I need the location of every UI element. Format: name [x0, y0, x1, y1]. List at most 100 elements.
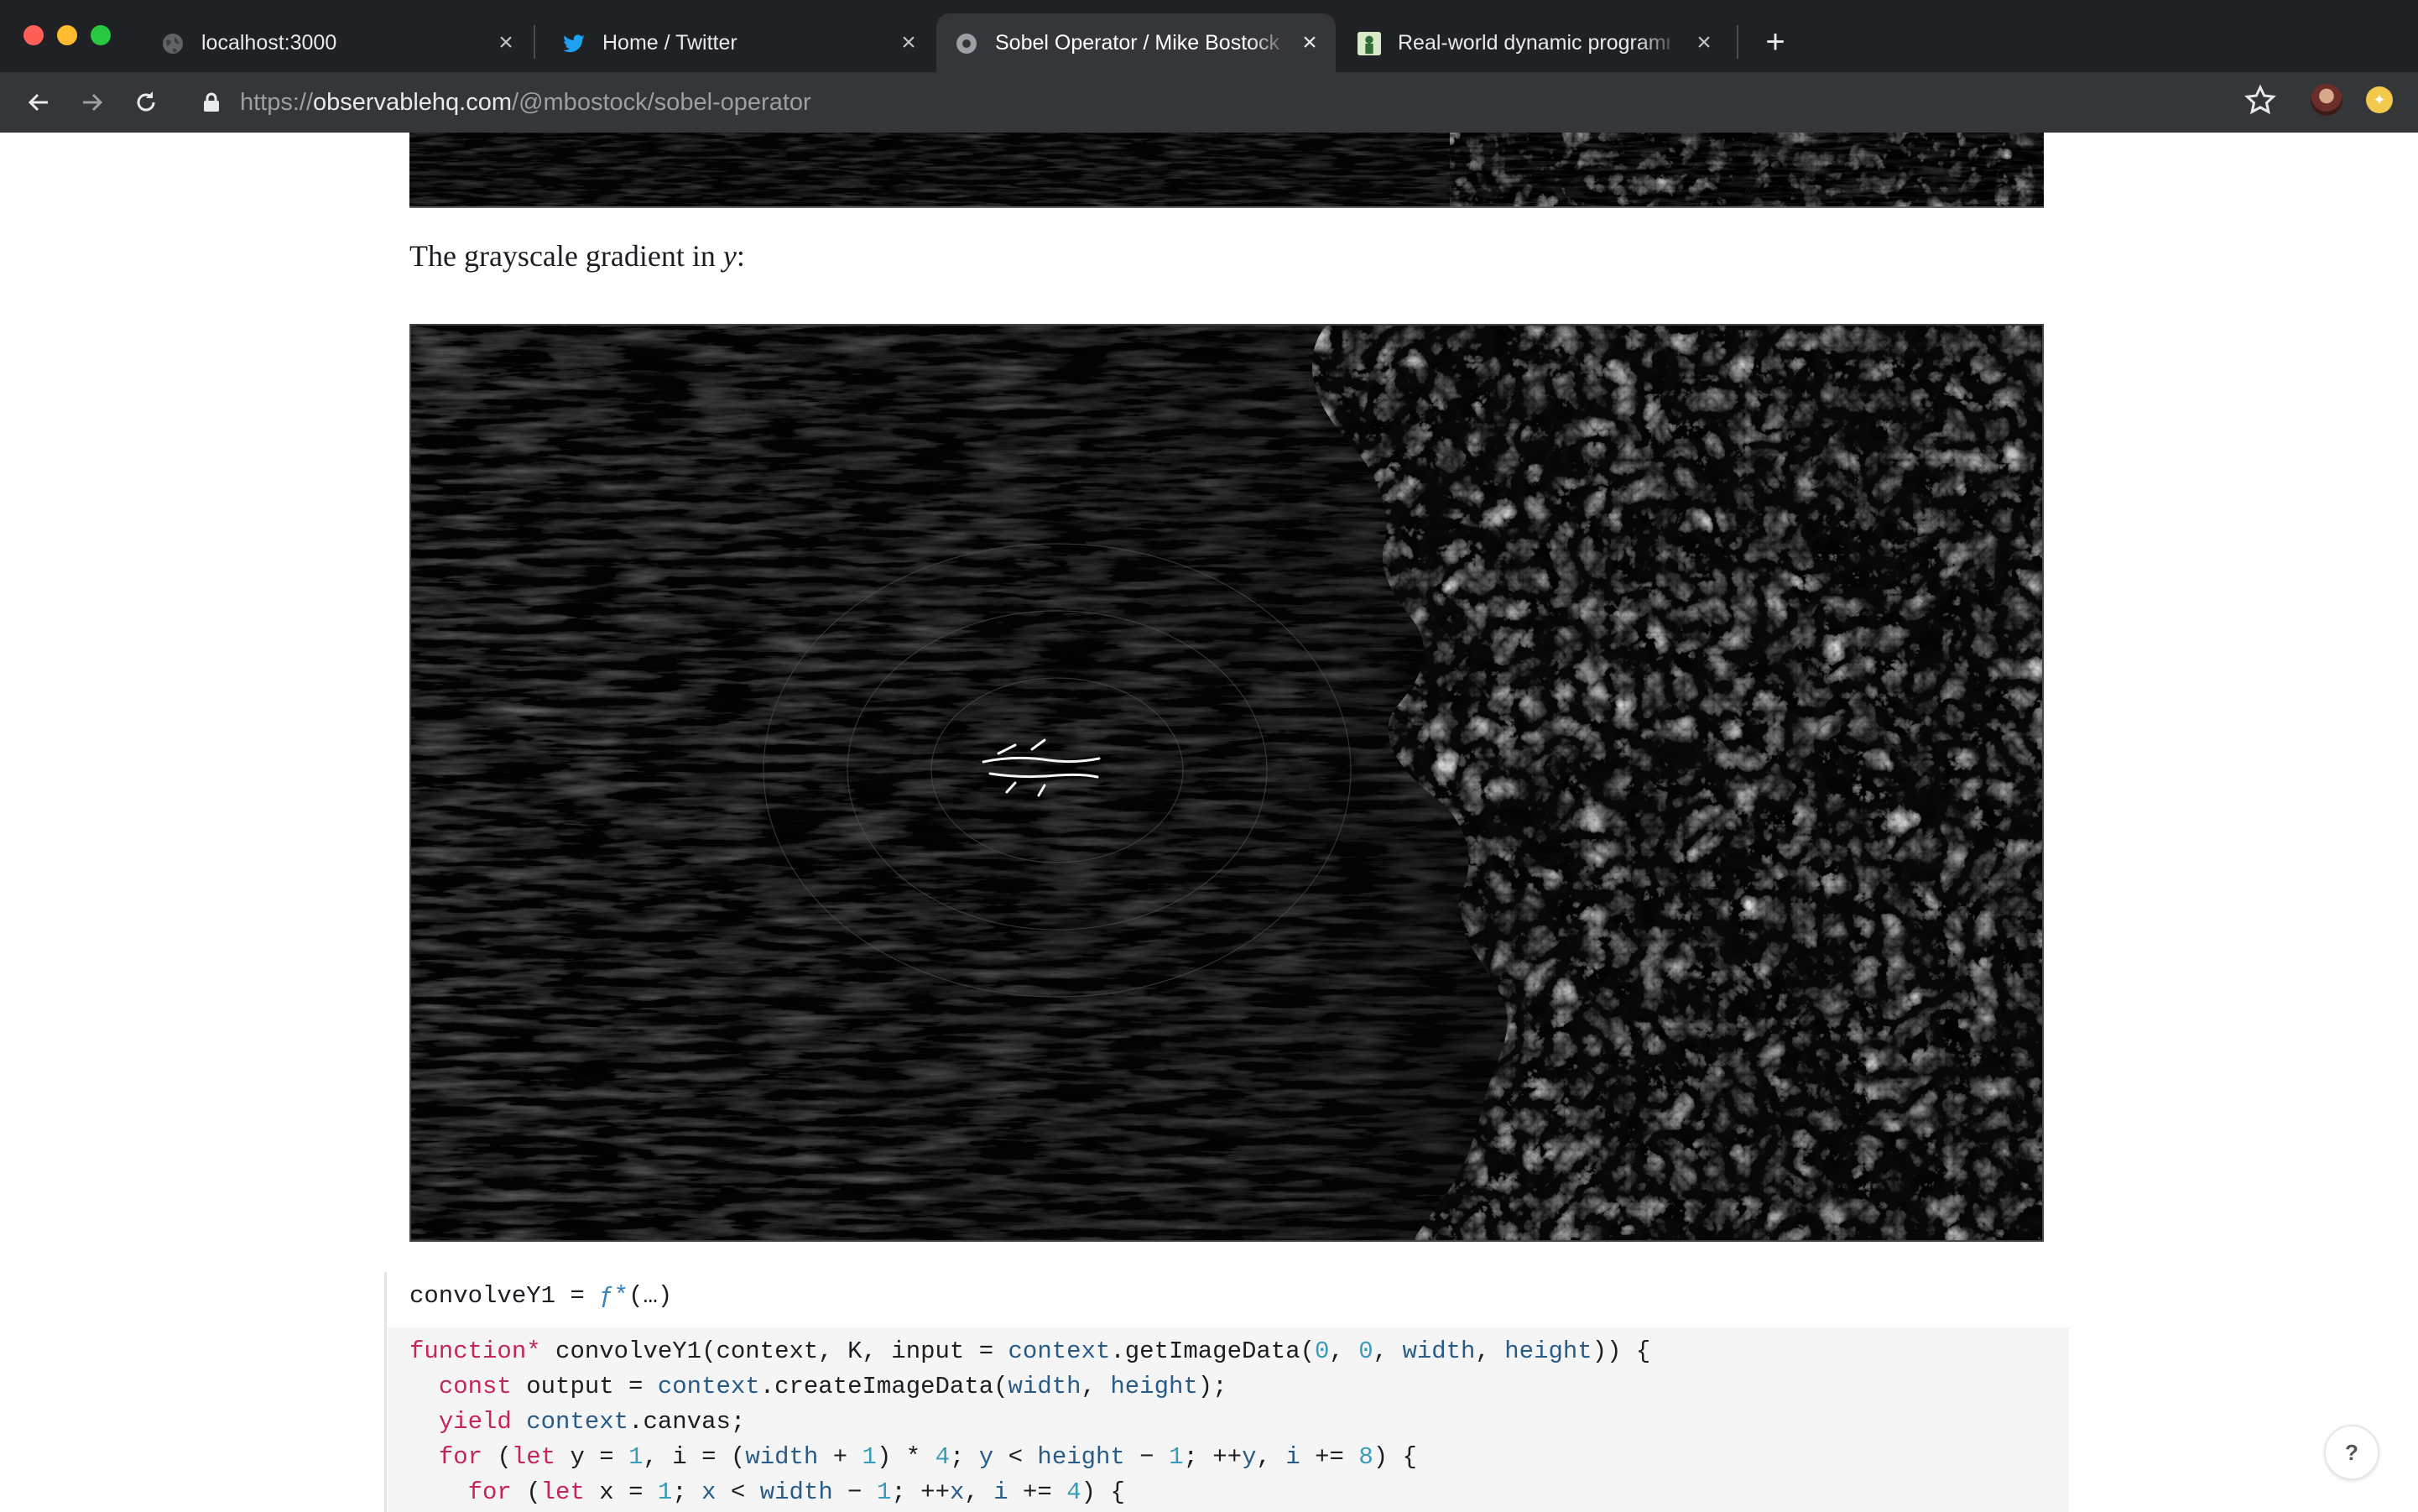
- url-host: observablehq.com: [313, 89, 513, 116]
- back-button[interactable]: [20, 84, 57, 121]
- caption-text: The grayscale gradient in: [409, 239, 723, 273]
- code-token: ,: [1256, 1443, 1286, 1471]
- code-token: .createImageData(: [759, 1373, 1008, 1400]
- code-token: width: [1402, 1337, 1476, 1365]
- code-token: ; ++: [1183, 1443, 1243, 1471]
- help-button[interactable]: ?: [2324, 1425, 2379, 1480]
- extension-icon[interactable]: ✦: [2366, 86, 2393, 113]
- code-token: for: [438, 1443, 483, 1471]
- code-token: +: [818, 1443, 862, 1471]
- close-tab-icon[interactable]: ×: [1297, 30, 1322, 55]
- code-token: yield: [438, 1408, 512, 1436]
- code-line: function* convolveY1(context, K, input =…: [409, 1337, 1650, 1365]
- close-tab-icon[interactable]: ×: [493, 30, 519, 55]
- url-path: /@mbostock/sobel-operator: [512, 89, 811, 116]
- code-token: −: [832, 1478, 877, 1506]
- code-token: y =: [555, 1443, 629, 1471]
- caption-end: :: [736, 239, 745, 273]
- observable-logo-icon: [955, 32, 978, 55]
- twitter-bird-icon: [562, 32, 586, 55]
- code-token: −: [1124, 1443, 1170, 1471]
- gradient-x-image: [409, 133, 2044, 208]
- profile-avatar[interactable]: [2311, 84, 2342, 116]
- url-scheme: https://: [240, 89, 314, 116]
- code-token: .canvas;: [628, 1408, 746, 1436]
- code-token: 1: [862, 1443, 877, 1471]
- page-viewport: The grayscale gradient in y: convolveY1 …: [0, 133, 2418, 1512]
- tab-sobel-operator[interactable]: Sobel Operator / Mike Bostock ×: [936, 13, 1336, 72]
- code-token: 1: [876, 1478, 892, 1506]
- code-line: const output = context.createImageData(w…: [409, 1373, 1227, 1400]
- tab-dynamic-programming[interactable]: Real-world dynamic programming ×: [1339, 13, 1725, 72]
- gradient-y-image: [409, 324, 2044, 1242]
- code-token: <: [716, 1478, 760, 1506]
- arrow-right-icon: [83, 93, 103, 112]
- tab-title: Real-world dynamic programming: [1398, 31, 1670, 55]
- code-token: convolveY1(context, K, input =: [540, 1337, 1008, 1365]
- browser-toolbar: https://observablehq.com/@mbostock/sobel…: [0, 72, 2418, 133]
- cell-output-name[interactable]: convolveY1 = ƒ*(…): [409, 1282, 672, 1310]
- code-token: 8: [1358, 1443, 1373, 1471]
- reload-icon: [137, 91, 155, 112]
- globe-icon: [161, 32, 185, 55]
- forward-button[interactable]: [74, 84, 111, 121]
- code-token: height: [1037, 1443, 1125, 1471]
- close-tab-icon[interactable]: ×: [896, 30, 921, 55]
- cell-gutter[interactable]: [384, 1272, 387, 1512]
- code-token: y: [978, 1443, 994, 1471]
- code-token: width: [1008, 1373, 1081, 1400]
- code-token: ,: [964, 1478, 994, 1506]
- gradient-y-caption: The grayscale gradient in y:: [409, 238, 745, 274]
- cell-variable: convolveY1: [409, 1282, 556, 1310]
- close-tab-icon[interactable]: ×: [1691, 30, 1717, 55]
- maximize-window-button[interactable]: [91, 25, 111, 45]
- gradient-y-canvas: [411, 326, 2042, 1240]
- code-token: 1: [1169, 1443, 1184, 1471]
- code-token: 4: [1066, 1478, 1081, 1506]
- code-token: output =: [511, 1373, 658, 1400]
- lock-icon: [204, 92, 219, 112]
- code-token: <: [993, 1443, 1038, 1471]
- code-token: )) {: [1592, 1337, 1651, 1365]
- code-line: for (let x = 1; x < width − 1; ++x, i +=…: [409, 1478, 1125, 1506]
- code-token: (: [482, 1443, 512, 1471]
- code-token: context: [1008, 1337, 1111, 1365]
- reload-button[interactable]: [128, 84, 164, 121]
- code-token: +=: [1300, 1443, 1359, 1471]
- code-token: 0: [1315, 1337, 1330, 1365]
- code-line: for (let y = 1, i = (width + 1) * 4; y <…: [409, 1443, 1417, 1471]
- new-tab-button[interactable]: +: [1757, 23, 1794, 60]
- bookmark-star-icon[interactable]: [2243, 84, 2277, 117]
- code-token: ,: [1329, 1337, 1359, 1365]
- code-token: const: [438, 1373, 512, 1400]
- tab-title-fade: [1248, 13, 1290, 72]
- tab-title: localhost:3000: [201, 31, 337, 55]
- url-text: https://observablehq.com/@mbostock/sobel…: [240, 79, 811, 126]
- code-token: ;: [949, 1443, 979, 1471]
- tab-localhost[interactable]: localhost:3000 ×: [143, 13, 529, 72]
- code-token: context: [657, 1373, 760, 1400]
- tab-twitter[interactable]: Home / Twitter ×: [544, 13, 930, 72]
- caption-variable: y: [722, 239, 737, 273]
- close-window-button[interactable]: [23, 25, 44, 45]
- code-token: ) *: [876, 1443, 935, 1471]
- code-token: 4: [935, 1443, 950, 1471]
- code-token: width: [745, 1443, 819, 1471]
- code-token: x: [950, 1478, 965, 1506]
- code-token: .getImageData(: [1110, 1337, 1315, 1365]
- code-token: height: [1504, 1337, 1592, 1365]
- code-token: );: [1197, 1373, 1227, 1400]
- code-token: ,: [1373, 1337, 1403, 1365]
- tab-title-fade: [1638, 13, 1680, 72]
- code-token: 1: [657, 1478, 673, 1506]
- code-editor[interactable]: function* convolveY1(context, K, input =…: [388, 1327, 2069, 1512]
- cell-value-fn: ƒ*: [599, 1282, 629, 1310]
- code-token: +=: [1008, 1478, 1067, 1506]
- minimize-window-button[interactable]: [57, 25, 77, 45]
- address-bar[interactable]: https://observablehq.com/@mbostock/sobel…: [186, 79, 2264, 126]
- code-token: ;: [672, 1478, 702, 1506]
- code-token: let: [511, 1443, 556, 1471]
- code-token: x =: [584, 1478, 658, 1506]
